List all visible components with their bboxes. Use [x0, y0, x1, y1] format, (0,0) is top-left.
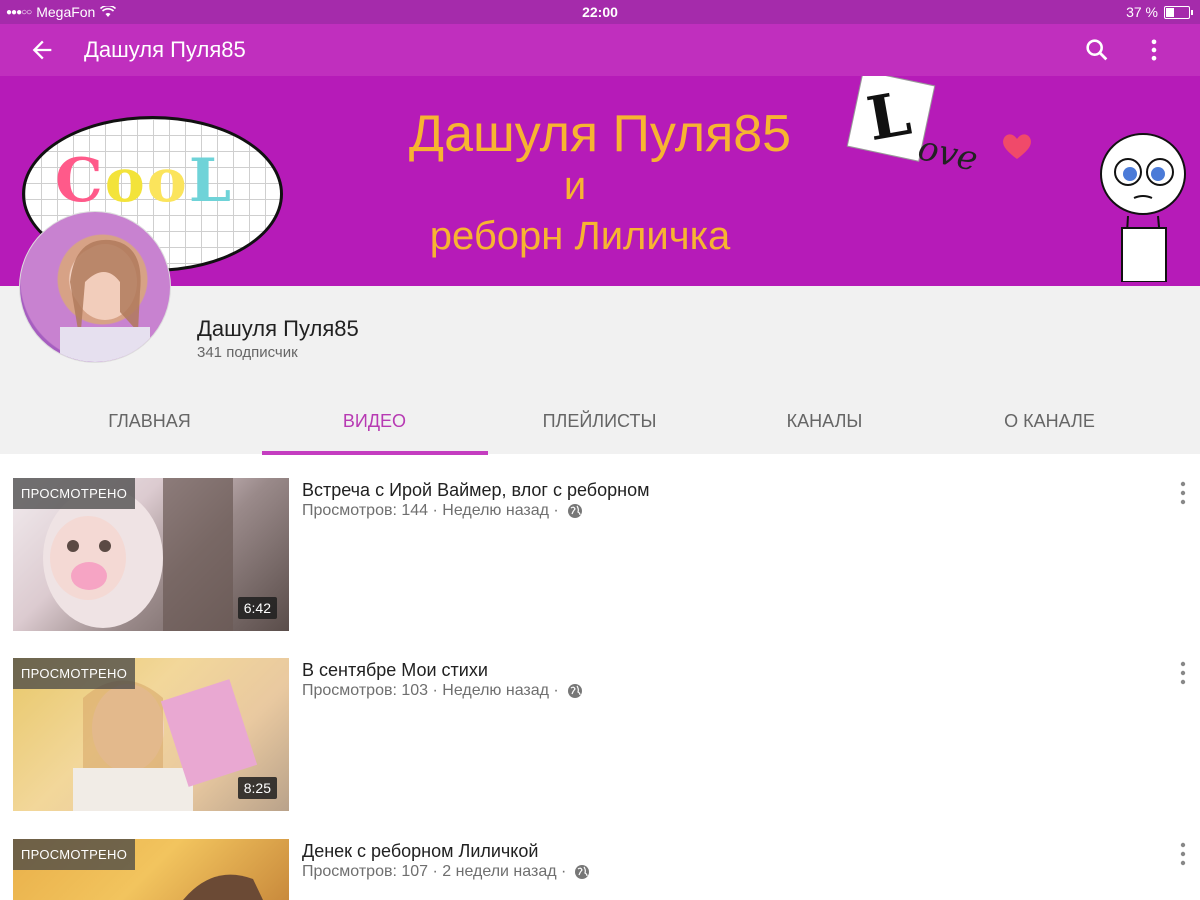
more-vertical-icon — [1151, 39, 1157, 61]
video-stats: Просмотров: 144 · Неделю назад · — [302, 502, 559, 519]
active-tab-indicator — [262, 451, 488, 455]
globe-icon — [567, 684, 582, 698]
status-bar: ●●●○○ MegaFon 22:00 37 % — [0, 0, 1200, 24]
video-more-button[interactable] — [1172, 841, 1194, 867]
battery-percent: 37 % — [1126, 4, 1158, 20]
arrow-back-icon — [32, 40, 52, 60]
tab-channels[interactable]: КАНАЛЫ — [712, 389, 937, 451]
subscriber-count: 341 подписчик — [197, 344, 298, 361]
status-time: 22:00 — [582, 4, 618, 20]
video-list-item[interactable]: ПРОСМОТРЕНО 8:25 В сентябре Мои стихи Пр… — [0, 658, 1200, 818]
more-vertical-icon — [1180, 842, 1186, 866]
video-more-button[interactable] — [1172, 480, 1194, 506]
channel-tabs: ГЛАВНАЯ ВИДЕО ПЛЕЙЛИСТЫ КАНАЛЫ О КАНАЛЕ — [0, 389, 1200, 455]
video-thumbnail[interactable]: ПРОСМОТРЕНО 6:42 — [13, 478, 289, 631]
globe-icon — [575, 865, 590, 879]
tab-videos[interactable]: ВИДЕО — [262, 389, 487, 451]
status-right: 37 % — [1126, 4, 1193, 20]
globe-icon — [567, 504, 582, 518]
video-thumbnail[interactable]: ПРОСМОТРЕНО 8:25 — [13, 658, 289, 811]
channel-avatar[interactable] — [19, 211, 171, 363]
channel-name: Дашуля Пуля85 — [197, 316, 359, 341]
more-options-button[interactable] — [1140, 36, 1168, 64]
video-meta: Просмотров: 144 · Неделю назад · — [302, 502, 583, 520]
video-list-item[interactable]: ПРОСМОТРЕНО Денек с реборном Лиличкой Пр… — [0, 839, 1200, 900]
banner-line-2: и — [563, 164, 587, 208]
channel-banner: CooL Дашуля Пуля85 и реборн Лиличка L ov… — [0, 76, 1200, 286]
search-icon — [1086, 39, 1108, 61]
heart-icon — [1003, 134, 1031, 159]
meme-face-art — [1100, 133, 1186, 282]
more-vertical-icon — [1180, 481, 1186, 505]
watched-badge: ПРОСМОТРЕНО — [13, 658, 136, 689]
tab-playlists[interactable]: ПЛЕЙЛИСТЫ — [487, 389, 712, 451]
video-title[interactable]: Денек с реборном Лиличкой — [302, 841, 538, 862]
video-meta: Просмотров: 107 · 2 недели назад · — [302, 863, 590, 881]
tab-about[interactable]: О КАНАЛЕ — [937, 389, 1162, 451]
video-stats: Просмотров: 107 · 2 недели назад · — [302, 863, 567, 880]
avatar-photo-icon — [60, 239, 150, 362]
video-duration: 6:42 — [237, 597, 277, 619]
app-bar-title: Дашуля Пуля85 — [84, 37, 246, 62]
app-bar: Дашуля Пуля85 — [0, 24, 1200, 76]
video-meta: Просмотров: 103 · Неделю назад · — [302, 682, 583, 700]
video-list-item[interactable]: ПРОСМОТРЕНО 6:42 Встреча с Ирой Ваймер, … — [0, 478, 1200, 638]
search-button[interactable] — [1083, 36, 1111, 64]
watched-badge: ПРОСМОТРЕНО — [13, 839, 136, 870]
tab-home[interactable]: ГЛАВНАЯ — [37, 389, 262, 451]
banner-line-3: реборн Лиличка — [429, 214, 731, 258]
video-more-button[interactable] — [1172, 660, 1194, 686]
video-title[interactable]: В сентябре Мои стихи — [302, 660, 488, 681]
more-vertical-icon — [1180, 661, 1186, 685]
video-thumbnail[interactable]: ПРОСМОТРЕНО — [13, 839, 289, 900]
watched-badge: ПРОСМОТРЕНО — [13, 478, 136, 509]
battery-icon — [1164, 5, 1193, 19]
video-duration: 8:25 — [237, 777, 277, 799]
video-title[interactable]: Встреча с Ирой Ваймер, влог с реборном — [302, 480, 649, 501]
video-stats: Просмотров: 103 · Неделю назад · — [302, 682, 559, 699]
back-button[interactable] — [28, 36, 56, 64]
